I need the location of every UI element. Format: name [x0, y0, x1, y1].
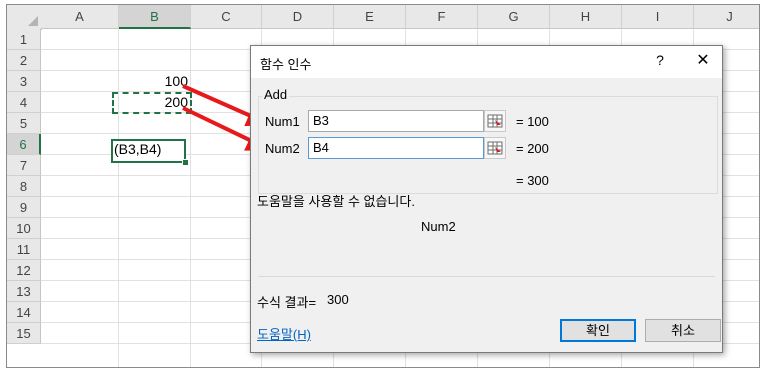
function-total-result: = 300: [516, 173, 549, 188]
cell-b4[interactable]: 200: [119, 92, 191, 113]
num1-label: Num1: [265, 114, 300, 129]
dialog-title-bar[interactable]: 함수 인수 ? ✕: [251, 46, 722, 78]
row-header-10[interactable]: 10: [7, 218, 41, 239]
column-header-f[interactable]: F: [406, 5, 478, 29]
row-header-1[interactable]: 1: [7, 29, 41, 50]
formula-result-label: 수식 결과=: [257, 295, 317, 310]
row-header-15[interactable]: 15: [7, 323, 41, 344]
row-header-2[interactable]: 2: [7, 50, 41, 71]
cell-b6-formula: (B3,B4): [114, 141, 162, 157]
num2-result: = 200: [516, 141, 549, 156]
row-header-13[interactable]: 13: [7, 281, 41, 302]
column-header-i[interactable]: I: [622, 5, 694, 29]
column-header-c[interactable]: C: [191, 5, 262, 29]
help-link[interactable]: 도움말(H): [257, 324, 311, 343]
range-select-icon: [487, 141, 503, 155]
num2-range-select-button[interactable]: [484, 137, 506, 159]
close-icon[interactable]: ✕: [692, 50, 714, 70]
row-header-4[interactable]: 4: [7, 92, 41, 113]
cell-b3[interactable]: 100: [119, 71, 191, 92]
help-icon[interactable]: ?: [651, 52, 669, 68]
active-cell-b6[interactable]: (B3,B4): [111, 139, 186, 163]
num1-input[interactable]: B3: [308, 110, 484, 132]
formula-result-value: 300: [327, 292, 349, 307]
row-header-12[interactable]: 12: [7, 260, 41, 281]
row-header-7[interactable]: 7: [7, 155, 41, 176]
row-header-5[interactable]: 5: [7, 113, 41, 134]
cancel-button[interactable]: 취소: [645, 319, 721, 342]
column-header-j[interactable]: J: [694, 5, 759, 29]
column-header-g[interactable]: G: [478, 5, 550, 29]
num2-label: Num2: [265, 141, 300, 156]
num1-range-select-button[interactable]: [484, 110, 506, 132]
help-unavailable-text: 도움말을 사용할 수 없습니다.: [257, 194, 415, 209]
row-header-8[interactable]: 8: [7, 176, 41, 197]
select-all-triangle-icon: [28, 16, 38, 26]
ok-button[interactable]: 확인: [560, 319, 636, 342]
function-arguments-dialog: 함수 인수 ? ✕ Add Num1 B3 = 100 Num2 B4 = 20…: [250, 45, 723, 353]
fill-handle[interactable]: [182, 159, 189, 166]
function-name: Add: [262, 87, 290, 102]
current-argument-name: Num2: [421, 219, 456, 234]
column-header-d[interactable]: D: [262, 5, 334, 29]
row-header-3[interactable]: 3: [7, 71, 41, 92]
num1-result: = 100: [516, 114, 549, 129]
dialog-separator: [258, 276, 715, 277]
row-header-11[interactable]: 11: [7, 239, 41, 260]
dialog-title: 함수 인수: [260, 57, 312, 72]
num2-input[interactable]: B4: [308, 137, 484, 159]
row-header-6[interactable]: 6: [7, 134, 41, 155]
column-header-e[interactable]: E: [334, 5, 406, 29]
column-header-b[interactable]: B: [119, 5, 191, 29]
column-header-h[interactable]: H: [550, 5, 622, 29]
column-header-a[interactable]: A: [41, 5, 119, 29]
row-header-14[interactable]: 14: [7, 302, 41, 323]
range-select-icon: [487, 114, 503, 128]
row-header-9[interactable]: 9: [7, 197, 41, 218]
select-all-corner[interactable]: [7, 5, 42, 30]
